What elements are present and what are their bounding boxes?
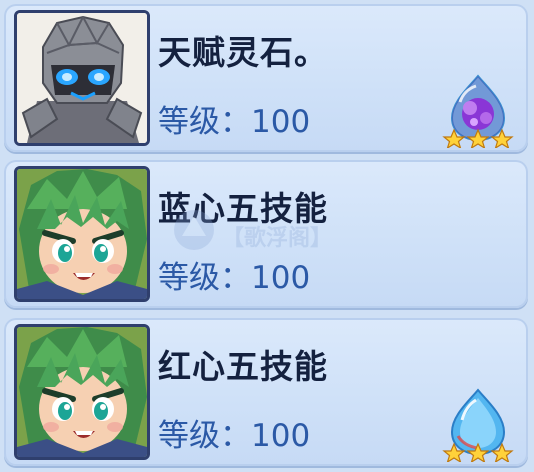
green-hair-hero-portrait bbox=[14, 324, 150, 460]
level-value: 100 bbox=[251, 104, 311, 140]
list-item-red-heart-skill[interactable]: 红心五技能 等级：100 bbox=[4, 318, 528, 466]
stone-golem-portrait bbox=[14, 10, 150, 146]
level-label: 等级： bbox=[158, 104, 251, 140]
level-label: 等级： bbox=[158, 260, 251, 296]
level-value: 100 bbox=[251, 260, 311, 296]
item-name: 红心五技能 bbox=[158, 347, 328, 386]
blue-water-drop-gem-icon bbox=[442, 386, 514, 462]
level-value: 100 bbox=[251, 418, 311, 454]
item-list: 天赋灵石。 等级：100 蓝心五技能 等级：100 红心五技能 等级：100 【… bbox=[0, 0, 534, 472]
list-item-talent-stone[interactable]: 天赋灵石。 等级：100 bbox=[4, 4, 528, 152]
green-hair-hero-portrait bbox=[14, 166, 150, 302]
level-row: 等级：100 bbox=[158, 252, 310, 297]
level-row: 等级：100 bbox=[158, 410, 310, 455]
level-label: 等级： bbox=[158, 418, 251, 454]
item-name: 天赋灵石。 bbox=[158, 33, 328, 72]
level-row: 等级：100 bbox=[158, 96, 310, 141]
item-name: 蓝心五技能 bbox=[158, 189, 328, 228]
star-rating bbox=[442, 128, 514, 148]
purple-crystal-gem-icon bbox=[442, 72, 514, 148]
list-item-blue-heart-skill[interactable]: 蓝心五技能 等级：100 bbox=[4, 160, 528, 308]
star-rating bbox=[442, 442, 514, 462]
